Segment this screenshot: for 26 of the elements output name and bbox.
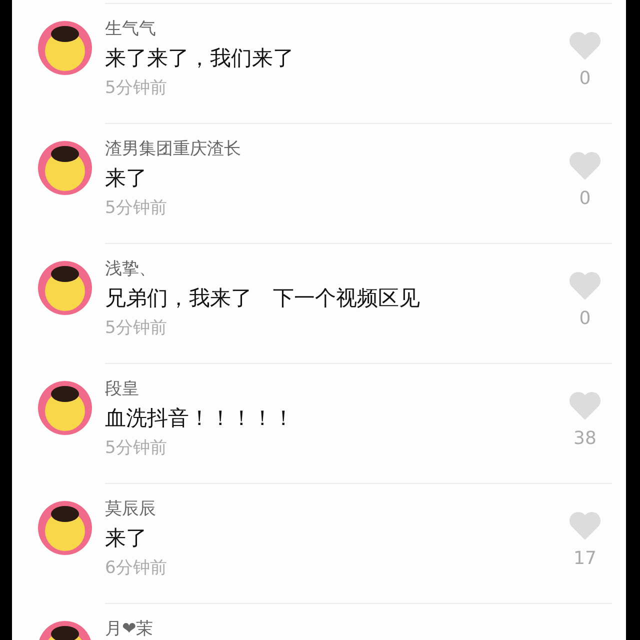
username[interactable]: 浅挚、 — [105, 258, 562, 280]
comment-text: 来了 — [105, 165, 148, 192]
comment-text: 来了来了，我们来了 — [105, 45, 295, 72]
avatar[interactable] — [38, 381, 92, 435]
avatar[interactable] — [38, 501, 92, 555]
like-count: 17 — [574, 547, 596, 571]
like-count: 38 — [574, 427, 596, 451]
username[interactable]: 生气气 — [105, 18, 562, 40]
timestamp: 5分钟前 — [105, 437, 168, 460]
username[interactable]: 段皇 — [105, 378, 562, 400]
avatar[interactable] — [38, 21, 92, 75]
like-count: 0 — [579, 187, 591, 211]
avatar[interactable] — [38, 261, 92, 315]
avatar[interactable] — [38, 141, 92, 195]
timestamp: 5分钟前 — [105, 77, 168, 100]
comment-text: 血洗抖音！！！！！ — [105, 405, 295, 432]
timestamp: 5分钟前 — [105, 317, 168, 340]
like-count: 0 — [579, 67, 591, 91]
username[interactable]: 渣男集团重庆渣长 — [105, 138, 562, 160]
timestamp: 6分钟前 — [105, 557, 168, 580]
like-count: 0 — [579, 307, 591, 331]
timestamp: 5分钟前 — [105, 197, 168, 220]
username[interactable]: 莫辰辰 — [105, 498, 562, 520]
username[interactable]: 月❤茉 — [105, 618, 612, 640]
comment-text: 兄弟们，我来了 下一个视频区见 — [105, 285, 421, 312]
comment-text: 来了 — [105, 525, 148, 552]
